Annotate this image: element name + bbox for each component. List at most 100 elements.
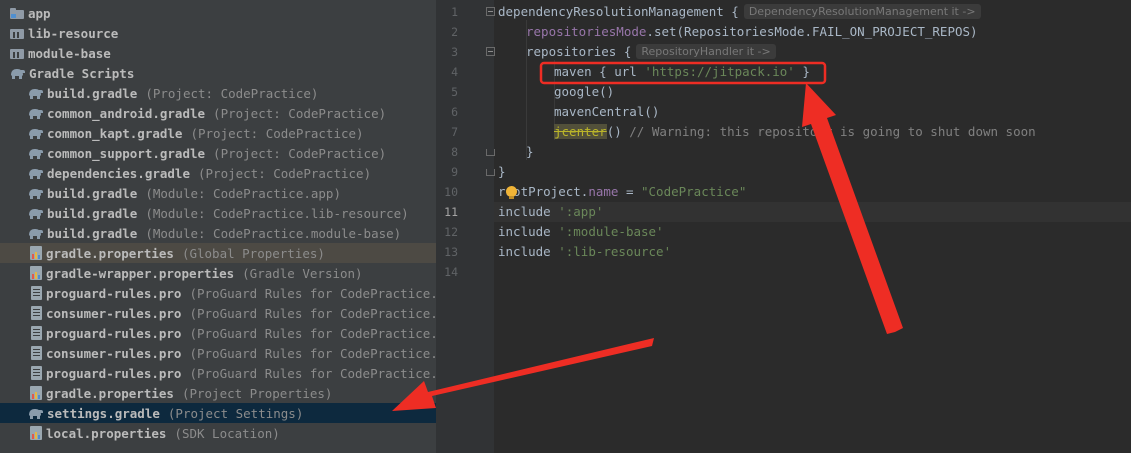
gradle-icon xyxy=(10,67,25,79)
gradle-icon xyxy=(28,227,43,239)
tree-item-name: build.gradle xyxy=(47,225,138,241)
tree-item-proguard-rules-app[interactable]: proguard-rules.pro (ProGuard Rules for C… xyxy=(0,283,436,303)
line-number: 3 xyxy=(451,45,458,59)
tree-item-local-properties[interactable]: local.properties (SDK Location) xyxy=(0,423,436,443)
inlay-hint: DependencyResolutionManagement it -> xyxy=(743,4,981,19)
tree-item-hint: (Project: CodePractice) xyxy=(213,105,387,121)
tree-item-name: consumer-rules.pro xyxy=(46,305,182,321)
line-number: 7 xyxy=(451,125,458,139)
gradle-icon xyxy=(28,187,43,199)
tree-item-lib-resource[interactable]: lib-resource xyxy=(0,23,436,43)
gradle-icon xyxy=(28,107,43,119)
gradle-icon xyxy=(28,207,43,219)
tree-item-hint: (Project: CodePractice) xyxy=(190,125,364,141)
text-file-icon xyxy=(31,346,42,360)
code-line-4: maven { url 'https://jitpack.io' } xyxy=(554,64,810,79)
line-number: 14 xyxy=(444,265,458,279)
tree-item-gradle-properties-project[interactable]: gradle.properties (Project Properties) xyxy=(0,383,436,403)
tree-item-hint: (ProGuard Rules for CodePractice.modu xyxy=(189,365,436,381)
tree-item-name: gradle.properties xyxy=(46,385,174,401)
text-file-icon xyxy=(31,326,42,340)
line-number: 2 xyxy=(451,25,458,39)
fold-end-icon[interactable] xyxy=(486,169,495,176)
fold-marker-icon[interactable] xyxy=(486,7,495,16)
gradle-icon xyxy=(28,407,43,419)
line-number: 1 xyxy=(451,5,458,19)
tree-item-name: build.gradle xyxy=(47,85,138,101)
tree-item-name: gradle-wrapper.properties xyxy=(46,265,235,281)
properties-icon xyxy=(30,386,42,400)
tree-item-name: proguard-rules.pro xyxy=(46,285,182,301)
tree-item-settings-gradle[interactable]: settings.gradle (Project Settings) xyxy=(0,403,436,423)
line-number: 5 xyxy=(451,85,458,99)
folder-icon xyxy=(10,7,24,19)
code-line-8: } xyxy=(526,144,534,159)
tree-item-name: build.gradle xyxy=(47,185,138,201)
library-icon xyxy=(10,27,24,39)
line-number: 12 xyxy=(444,225,458,239)
tree-item-name: Gradle Scripts xyxy=(29,65,135,81)
tree-item-name: build.gradle xyxy=(47,205,138,221)
text-file-icon xyxy=(31,306,42,320)
tree-item-hint: (Gradle Version) xyxy=(242,265,363,281)
tree-item-name: proguard-rules.pro xyxy=(46,325,182,341)
tree-item-consumer-rules-lib[interactable]: consumer-rules.pro (ProGuard Rules for C… xyxy=(0,303,436,323)
text-file-icon xyxy=(31,286,42,300)
gradle-icon xyxy=(28,87,43,99)
line-number: 4 xyxy=(451,65,458,79)
tree-item-gradle-wrapper-properties[interactable]: gradle-wrapper.properties (Gradle Versio… xyxy=(0,263,436,283)
code-line-5: google() xyxy=(554,84,615,99)
tree-item-name: module-base xyxy=(28,45,111,61)
tree-item-build-gradle-app[interactable]: build.gradle (Module: CodePractice.app) xyxy=(0,183,436,203)
lightbulb-icon[interactable] xyxy=(506,186,517,199)
code-line-9: } xyxy=(498,164,506,179)
tree-item-name: gradle.properties xyxy=(46,245,174,261)
tree-item-build-gradle[interactable]: build.gradle (Project: CodePractice) xyxy=(0,83,436,103)
code-line-7: jcenter() // Warning: this repository is… xyxy=(554,124,1036,139)
properties-icon xyxy=(30,426,42,440)
gradle-icon xyxy=(28,167,43,179)
line-number: 9 xyxy=(451,165,458,179)
tree-item-hint: (ProGuard Rules for CodePractice.modu xyxy=(189,345,436,361)
code-line-10: rootProject.name = "CodePractice" xyxy=(498,184,747,199)
tree-item-hint: (Project: CodePractice) xyxy=(213,145,387,161)
tree-item-module-base[interactable]: module-base xyxy=(0,43,436,63)
tree-item-name: common_kapt.gradle xyxy=(47,125,183,141)
properties-icon xyxy=(30,246,42,260)
tree-item-common-kapt-gradle[interactable]: common_kapt.gradle (Project: CodePractic… xyxy=(0,123,436,143)
tree-item-hint: (Global Properties) xyxy=(181,245,325,261)
tree-item-common-android-gradle[interactable]: common_android.gradle (Project: CodePrac… xyxy=(0,103,436,123)
tree-item-name: dependencies.gradle xyxy=(47,165,190,181)
inlay-hint: RepositoryHandler it -> xyxy=(636,44,776,59)
code-editor[interactable]: 1 2 3 4 5 6 7 8 9 10 11 12 13 14 depende… xyxy=(436,0,1131,453)
tree-item-proguard-rules-lib[interactable]: proguard-rules.pro (ProGuard Rules for C… xyxy=(0,323,436,343)
tree-item-hint: (Module: CodePractice.module-base) xyxy=(145,225,402,241)
tree-item-name: common_support.gradle xyxy=(47,145,206,161)
tree-item-build-gradle-module-base[interactable]: build.gradle (Module: CodePractice.modul… xyxy=(0,223,436,243)
text-file-icon xyxy=(31,366,42,380)
fold-end-icon[interactable] xyxy=(486,149,495,156)
tree-item-hint: (ProGuard Rules for CodePractice.lib- xyxy=(189,305,436,321)
tree-item-hint: (Project Settings) xyxy=(167,405,304,421)
tree-item-proguard-rules-module[interactable]: proguard-rules.pro (ProGuard Rules for C… xyxy=(0,363,436,383)
tree-item-build-gradle-lib-resource[interactable]: build.gradle (Module: CodePractice.lib-r… xyxy=(0,203,436,223)
tree-item-hint: (ProGuard Rules for CodePractice.app) xyxy=(189,285,436,301)
gradle-icon xyxy=(28,147,43,159)
tree-item-name: local.properties xyxy=(46,425,167,441)
fold-marker-icon[interactable] xyxy=(486,47,495,56)
tree-item-common-support-gradle[interactable]: common_support.gradle (Project: CodePrac… xyxy=(0,143,436,163)
tree-item-gradle-properties-global[interactable]: gradle.properties (Global Properties) xyxy=(0,243,436,263)
tree-item-gradle-scripts[interactable]: Gradle Scripts xyxy=(0,63,436,83)
tree-item-name: settings.gradle xyxy=(47,405,160,421)
project-tree: app lib-resource module-base Gradle Scri… xyxy=(0,0,436,453)
tree-item-hint: (Project: CodePractice) xyxy=(198,165,372,181)
code-line-12: include ':module-base' xyxy=(498,224,664,239)
tree-item-hint: (Module: CodePractice.lib-resource) xyxy=(145,205,409,221)
tree-item-name: app xyxy=(28,5,51,21)
gradle-icon xyxy=(28,127,43,139)
tree-item-dependencies-gradle[interactable]: dependencies.gradle (Project: CodePracti… xyxy=(0,163,436,183)
tree-item-app[interactable]: app xyxy=(0,3,436,23)
properties-icon xyxy=(30,266,42,280)
tree-item-consumer-rules-module[interactable]: consumer-rules.pro (ProGuard Rules for C… xyxy=(0,343,436,363)
code-line-2: repositoriesMode.set(RepositoriesMode.FA… xyxy=(526,24,978,39)
